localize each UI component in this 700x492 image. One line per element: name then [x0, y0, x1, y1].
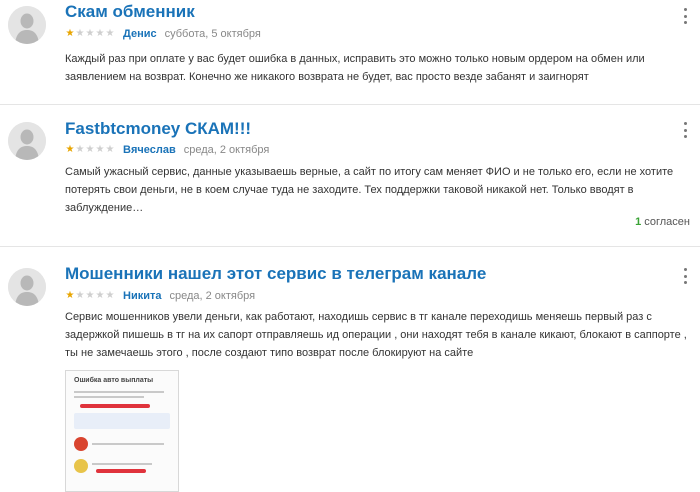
divider [0, 104, 700, 105]
star-icon: ★ [95, 290, 105, 301]
star-icon: ★ [85, 290, 95, 301]
kebab-menu-icon[interactable] [680, 122, 690, 138]
star-icon: ★ [95, 28, 105, 39]
review-title[interactable]: Fastbtcmoney СКАМ!!! [65, 119, 251, 139]
star-icon: ★ [105, 290, 115, 301]
star-icon: ★ [75, 28, 85, 39]
avatar[interactable] [8, 6, 46, 44]
review-author[interactable]: Никита [123, 290, 161, 302]
review-text: Каждый раз при оплате у вас будет ошибка… [65, 53, 645, 83]
agree-count: 1 [635, 216, 642, 228]
agree-label: согласен [644, 216, 690, 228]
placeholder-line [74, 396, 144, 398]
placeholder-line [92, 463, 152, 465]
avatar[interactable] [8, 268, 46, 306]
review-author[interactable]: Денис [123, 28, 157, 40]
review-date: среда, 2 октября [169, 290, 256, 302]
placeholder-line [74, 391, 164, 393]
star-icon: ★ [95, 144, 105, 155]
redaction-mark [80, 404, 150, 408]
star-rating: ★ ★ ★ ★ ★ [65, 29, 115, 39]
avatar[interactable] [8, 122, 46, 160]
star-rating: ★ ★ ★ ★ ★ [65, 291, 115, 301]
divider [0, 246, 700, 247]
star-icon: ★ [65, 144, 75, 155]
review-meta: ★ ★ ★ ★ ★ Вячеслав среда, 2 октября [65, 143, 270, 157]
review-meta: ★ ★ ★ ★ ★ Денис суббота, 5 октября [65, 27, 261, 41]
user-silhouette-icon [8, 122, 46, 160]
star-icon: ★ [75, 144, 85, 155]
coin-icon [74, 437, 88, 451]
star-icon: ★ [85, 28, 95, 39]
star-icon: ★ [105, 144, 115, 155]
star-rating: ★ ★ ★ ★ ★ [65, 145, 115, 155]
star-icon: ★ [85, 144, 95, 155]
review-title[interactable]: Мошенники нашел этот сервис в телеграм к… [65, 264, 486, 284]
review-meta: ★ ★ ★ ★ ★ Никита среда, 2 октября [65, 289, 256, 303]
coin-icon [74, 459, 88, 473]
user-silhouette-icon [8, 268, 46, 306]
user-silhouette-icon [8, 6, 46, 44]
review-title[interactable]: Скам обменник [65, 2, 195, 22]
attachment-thumbnail[interactable]: Ошибка авто выплаты [65, 370, 179, 492]
notice-box [74, 413, 170, 429]
star-icon: ★ [65, 290, 75, 301]
star-icon: ★ [75, 290, 85, 301]
redaction-mark [96, 469, 146, 473]
review-date: суббота, 5 октября [164, 28, 261, 40]
agree-counter[interactable]: 1 согласен [635, 216, 690, 228]
review-date: среда, 2 октября [183, 144, 270, 156]
attachment-title: Ошибка авто выплаты [74, 377, 154, 384]
star-icon: ★ [105, 28, 115, 39]
placeholder-line [92, 443, 164, 445]
kebab-menu-icon[interactable] [680, 268, 690, 284]
kebab-menu-icon[interactable] [680, 8, 690, 24]
review-text: Сервис мошенников увели деньги, как рабо… [65, 311, 687, 359]
review-text: Самый ужасный сервис, данные указываешь … [65, 166, 674, 214]
review-author[interactable]: Вячеслав [123, 144, 176, 156]
star-icon: ★ [65, 28, 75, 39]
